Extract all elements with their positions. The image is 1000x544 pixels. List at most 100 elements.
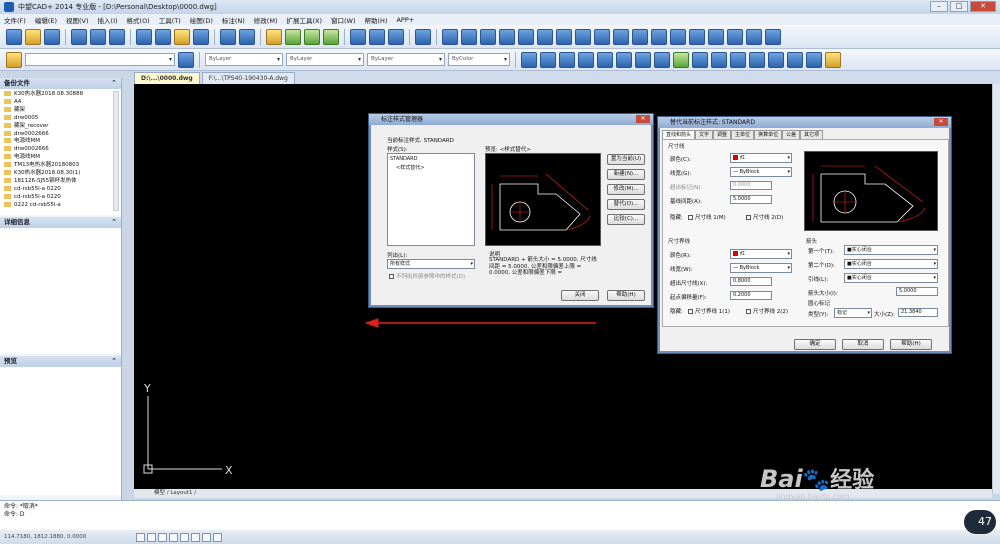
close-dialog-button[interactable]: 关闭	[561, 290, 599, 301]
mtext-icon[interactable]	[765, 28, 781, 45]
rotate-icon[interactable]	[635, 51, 651, 68]
open-file-icon[interactable]	[25, 28, 41, 45]
tab-alt-units[interactable]: 换算单位	[754, 130, 783, 139]
zoom-window-icon[interactable]	[304, 28, 320, 45]
file-list-item[interactable]: 电源线MM	[4, 154, 121, 162]
undo-icon[interactable]	[220, 28, 236, 45]
construction-line-icon[interactable]	[461, 28, 477, 45]
modify-style-button[interactable]: 修改(M)...	[607, 184, 645, 195]
chamfer-icon[interactable]	[768, 51, 784, 68]
dim-lw-select[interactable]: — ByBlock	[730, 167, 792, 177]
file-list-item[interactable]: K30热水器2018.08.30888	[4, 91, 121, 99]
polyline-icon[interactable]	[480, 28, 496, 45]
center-size-input[interactable]: 21.3840	[898, 308, 938, 317]
arc-icon[interactable]	[537, 28, 553, 45]
maximize-button[interactable]: □	[950, 1, 968, 12]
menu-item-9[interactable]: 扩展工具(X)	[286, 15, 322, 25]
redo-icon[interactable]	[239, 28, 255, 45]
close-window-button[interactable]: ✕	[970, 1, 996, 12]
layer-manager-icon[interactable]	[6, 51, 22, 68]
edit-icon[interactable]	[825, 51, 841, 68]
tab-tolerances[interactable]: 公差	[782, 130, 801, 139]
menu-item-1[interactable]: 编辑(E)	[35, 15, 57, 25]
layer-previous-icon[interactable]	[178, 51, 194, 68]
new-style-button[interactable]: 新建(N)...	[607, 169, 645, 180]
tab-primary-units[interactable]: 主单位	[731, 130, 755, 139]
circle-icon[interactable]	[556, 28, 572, 45]
break-icon[interactable]	[730, 51, 746, 68]
scale-icon[interactable]	[654, 51, 670, 68]
set-current-button[interactable]: 置为当前(U)	[607, 154, 645, 165]
minimize-button[interactable]: –	[930, 1, 948, 12]
file-list-scrollbar[interactable]	[113, 91, 119, 211]
compare-style-button[interactable]: 比较(C)...	[607, 214, 645, 225]
extend-icon[interactable]	[711, 51, 727, 68]
stretch-icon[interactable]	[673, 51, 689, 68]
tab-text[interactable]: 文字	[695, 130, 714, 139]
dim-color-select[interactable]: 红	[730, 153, 792, 163]
tab-other[interactable]: 其它项	[800, 130, 824, 139]
spline-icon[interactable]	[594, 28, 610, 45]
polygon-icon[interactable]	[499, 28, 515, 45]
polar-toggle[interactable]	[169, 532, 178, 542]
suppress-ext1-checkbox[interactable]: 尺寸界线 1(1)	[688, 307, 730, 315]
fillet-icon[interactable]	[787, 51, 803, 68]
ellipse-icon[interactable]	[613, 28, 629, 45]
menu-item-7[interactable]: 标注(N)	[222, 15, 245, 25]
badge-counter[interactable]: 47	[964, 510, 996, 534]
file-list-item[interactable]: cd-rsb55l-a 0220	[4, 185, 121, 194]
new-file-icon[interactable]	[6, 28, 22, 45]
model-toggle[interactable]	[213, 532, 222, 542]
menu-item-6[interactable]: 绘图(D)	[190, 15, 213, 25]
ok-button[interactable]: 确定	[794, 339, 836, 350]
linetype-select[interactable]: ByLayer	[286, 53, 364, 66]
menu-item-0[interactable]: 文件(F)	[4, 15, 26, 25]
file-list-item[interactable]: 181126-SJ55钢杯发热体	[4, 177, 121, 186]
match-properties-icon[interactable]	[193, 28, 209, 45]
tab-0000-dwg[interactable]: D:\...\0000.dwg	[134, 72, 200, 84]
file-list-item[interactable]: TM13电热水器20180803	[4, 162, 121, 170]
revision-cloud-icon[interactable]	[575, 28, 591, 45]
properties-icon[interactable]	[350, 28, 366, 45]
offset-icon[interactable]	[578, 51, 594, 68]
tool-palette-icon[interactable]	[388, 28, 404, 45]
ext-color-select[interactable]: 红	[730, 249, 792, 259]
file-list-item[interactable]: 藏架	[4, 106, 121, 115]
leader-arrow-select[interactable]: ■实心闭合	[844, 273, 938, 283]
color-select[interactable]: ByLayer	[205, 53, 283, 66]
print-preview-icon[interactable]	[90, 28, 106, 45]
point-icon[interactable]	[689, 28, 705, 45]
arrow-size-input[interactable]: 5.0000	[896, 287, 938, 296]
zoom-realtime-icon[interactable]	[285, 28, 301, 45]
print-icon[interactable]	[71, 28, 87, 45]
file-list-item[interactable]: 电源线MM	[4, 138, 121, 146]
command-area[interactable]: 命令: *取消* 命令: D	[0, 500, 1000, 530]
suppress-ext2-checkbox[interactable]: 尺寸界线 2(2)	[746, 307, 788, 315]
file-list-item[interactable]: A4	[4, 98, 121, 107]
canvas-vertical-scrollbar[interactable]	[992, 84, 1000, 494]
help-dialog2-button[interactable]: 帮助(H)	[890, 339, 932, 350]
suppress-dim1-checkbox[interactable]: 尺寸线 1(M)	[688, 213, 726, 221]
dialog1-close-icon[interactable]: ✕	[636, 115, 650, 123]
move-icon[interactable]	[616, 51, 632, 68]
grid-toggle[interactable]	[147, 532, 156, 542]
layer-select[interactable]	[25, 53, 175, 66]
cut-icon[interactable]	[136, 28, 152, 45]
menu-item-12[interactable]: APP+	[396, 16, 414, 24]
backup-files-header[interactable]: 备份文件	[0, 78, 121, 89]
osnap-toggle[interactable]	[180, 532, 189, 542]
style-item-standard[interactable]: STANDARD	[388, 154, 474, 164]
lineweight-select[interactable]: ByLayer	[367, 53, 445, 66]
file-list-item[interactable]: cd-rsb55l-a 0220	[4, 193, 121, 202]
override-style-button[interactable]: 替代(O)...	[607, 199, 645, 210]
styles-list[interactable]: STANDARD <样式替代>	[387, 153, 475, 246]
array-icon[interactable]	[597, 51, 613, 68]
table-icon[interactable]	[746, 28, 762, 45]
plotstyle-select[interactable]: ByColor	[448, 53, 510, 66]
copy-icon[interactable]	[155, 28, 171, 45]
ext-lw-select[interactable]: — ByBlock	[730, 263, 792, 273]
menu-item-5[interactable]: 工具(T)	[159, 15, 181, 25]
suppress-dim2-checkbox[interactable]: 尺寸线 2(D)	[746, 213, 783, 221]
menu-item-11[interactable]: 帮助(H)	[365, 15, 388, 25]
menu-item-3[interactable]: 插入(I)	[98, 15, 118, 25]
